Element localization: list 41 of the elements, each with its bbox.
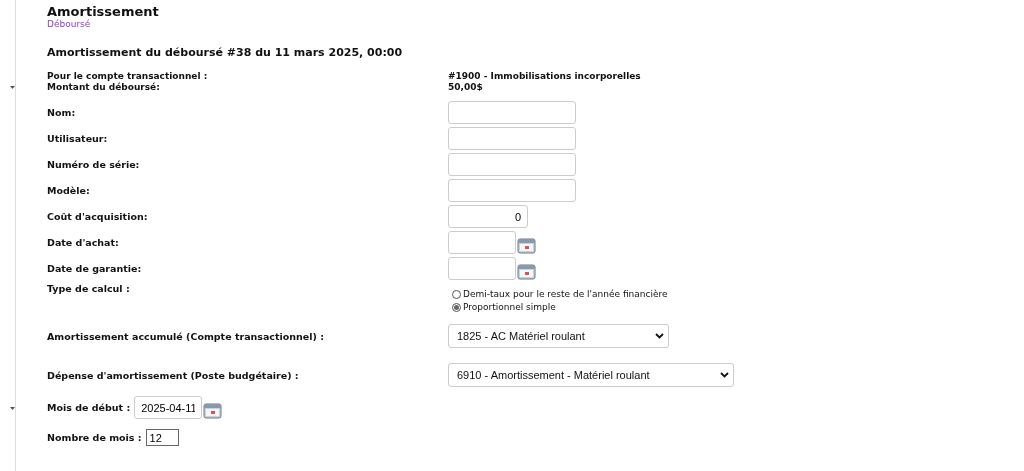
- radio-button[interactable]: [452, 289, 461, 299]
- summary-value: #1900 - Immobilisations incorporelles: [448, 71, 642, 82]
- caret-icon[interactable]: [10, 407, 15, 410]
- chevron-down-icon: [654, 333, 664, 339]
- dropdown[interactable]: 1825 - AC Matériel roulant: [448, 324, 669, 348]
- section-heading: Amortissement du déboursé #38 du 11 mars 2025, 00:00: [47, 46, 404, 59]
- field-label: Date de garantie:: [47, 263, 143, 274]
- field-label: Modèle:: [47, 185, 91, 196]
- text-field[interactable]: [448, 127, 576, 150]
- date-field[interactable]: [448, 231, 516, 254]
- date-field[interactable]: 2025-04-11: [134, 396, 203, 419]
- summary-value: 50,00$: [448, 82, 484, 93]
- text-field[interactable]: [448, 101, 576, 124]
- page-title: Amortissement: [47, 5, 160, 19]
- text-field[interactable]: [448, 153, 576, 176]
- number-field[interactable]: 12: [145, 429, 179, 446]
- field-label: Utilisateur:: [47, 133, 109, 144]
- field-label: Type de calcul :: [47, 283, 131, 294]
- field-label: Dépense d'amortissement (Poste budgétaire) :: [47, 369, 300, 381]
- text-field[interactable]: [448, 179, 576, 202]
- field-label: Coût d'acquisition:: [47, 211, 149, 222]
- dropdown[interactable]: 6910 - Amortissement - Matériel roulant: [448, 363, 734, 387]
- caret-icon[interactable]: [10, 86, 15, 89]
- radio-label: Demi-taux pour le reste de l'année financière: [463, 289, 668, 299]
- calendar-icon[interactable]: [203, 402, 223, 419]
- field-label: Amortissement accumulé (Compte transactionnel) :: [47, 330, 325, 342]
- field-label: Numéro de série:: [47, 159, 141, 170]
- radio-button[interactable]: [452, 302, 461, 312]
- summary-label: Pour le compte transactionnel :: [47, 71, 209, 82]
- field-label: Nom:: [47, 107, 77, 118]
- summary-label: Montant du déboursé:: [47, 82, 161, 93]
- calendar-icon[interactable]: [517, 263, 536, 280]
- date-field[interactable]: [448, 257, 516, 280]
- field-label: Date d'achat:: [47, 237, 120, 248]
- amount-field[interactable]: 0: [448, 205, 528, 228]
- chevron-down-icon: [719, 372, 729, 378]
- field-label: Mois de début :: [47, 402, 131, 413]
- calendar-icon[interactable]: [517, 237, 536, 254]
- radio-label: Proportionnel simple: [463, 302, 556, 312]
- field-label: Nombre de mois :: [47, 432, 142, 443]
- page-subtitle: Déboursé: [47, 19, 92, 30]
